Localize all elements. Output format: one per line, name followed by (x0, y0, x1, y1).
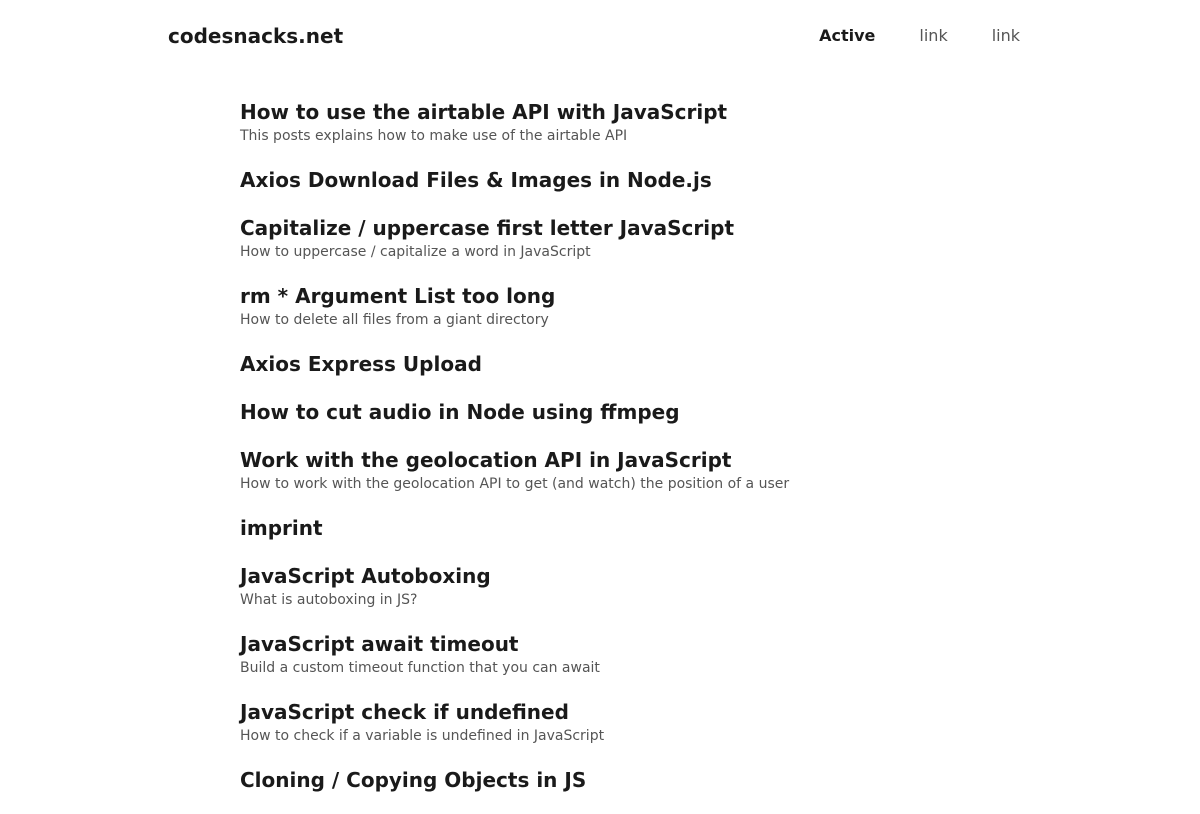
post-description: This posts explains how to make use of t… (240, 128, 628, 144)
post-link[interactable]: rm * Argument List too long How to delete… (240, 282, 1000, 350)
post-title: Work with the geolocation API in JavaScr… (240, 448, 732, 472)
post-link[interactable]: JavaScript check if undefined How to chec… (240, 698, 1000, 766)
post-description: Build a custom timeout function that you… (240, 660, 600, 676)
nav-link-active[interactable]: Active (819, 24, 875, 48)
post-description: How to work with the geolocation API to … (240, 476, 790, 492)
post-title: JavaScript check if undefined (240, 700, 569, 724)
post-description: What is autoboxing in JS? (240, 592, 418, 608)
post-title: imprint (240, 516, 323, 540)
brand-logo-link[interactable]: codesnacks.net (168, 22, 343, 50)
post-title: Axios Express Upload (240, 352, 482, 376)
post-link[interactable]: imprint (240, 514, 1000, 562)
nav-link-2[interactable]: link (992, 24, 1020, 48)
post-link[interactable]: Capitalize / uppercase first letter Java… (240, 214, 1000, 282)
post-title: Cloning / Copying Objects in JS (240, 768, 587, 792)
post-link[interactable]: Cloning / Copying Objects in JS (240, 766, 1000, 814)
post-link[interactable]: How to use the airtable API with JavaScr… (240, 98, 1000, 166)
post-link[interactable]: JavaScript await timeout Build a custom t… (240, 630, 1000, 698)
post-link[interactable]: Axios Download Files & Images in Node.js (240, 166, 1000, 214)
post-title: JavaScript Autoboxing (240, 564, 491, 588)
nav-link-1[interactable]: link (919, 24, 947, 48)
post-title: Capitalize / uppercase first letter Java… (240, 216, 735, 240)
post-description: How to uppercase / capitalize a word in … (240, 244, 591, 260)
post-description: How to check if a variable is undefined … (240, 728, 605, 744)
post-description: How to delete all files from a giant dir… (240, 312, 549, 328)
post-title: How to use the airtable API with JavaScr… (240, 100, 728, 124)
post-link[interactable]: JavaScript Autoboxing What is autoboxing … (240, 562, 1000, 630)
post-link[interactable]: Axios Express Upload (240, 350, 1000, 398)
main-nav: Active link link (819, 24, 1020, 48)
post-title: How to cut audio in Node using ffmpeg (240, 400, 680, 424)
post-title: JavaScript await timeout (240, 632, 519, 656)
post-link[interactable]: Work with the geolocation API in JavaScr… (240, 446, 1000, 514)
post-title: Axios Download Files & Images in Node.js (240, 168, 712, 192)
site-header: codesnacks.net Active link link (0, 0, 1200, 72)
post-title: rm * Argument List too long (240, 284, 556, 308)
post-list: How to use the airtable API with JavaScr… (240, 98, 1000, 814)
post-link[interactable]: How to cut audio in Node using ffmpeg (240, 398, 1000, 446)
